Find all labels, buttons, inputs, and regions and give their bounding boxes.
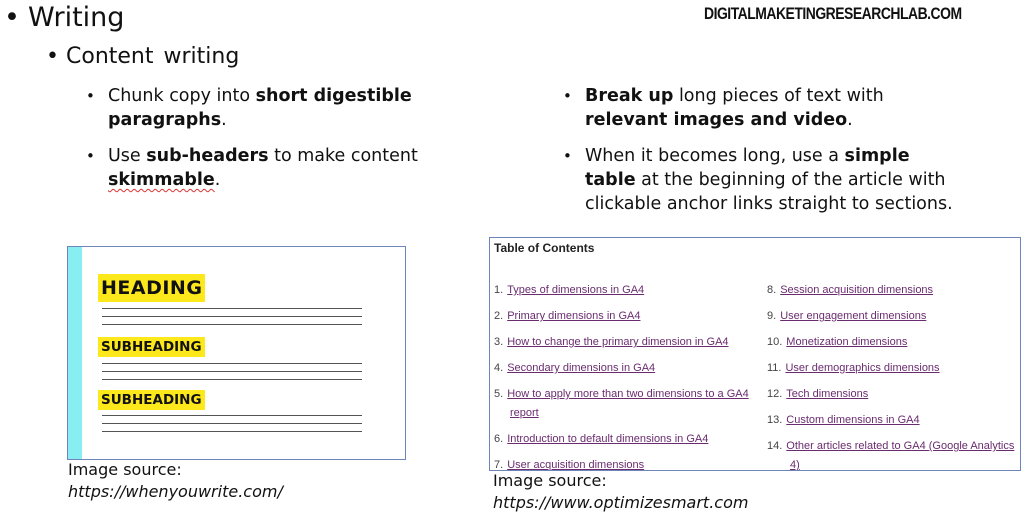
subheading-label: SUBHEADING <box>98 390 205 410</box>
bullet-dot-icon: • <box>86 87 95 105</box>
text: . <box>221 110 227 130</box>
bold-text: simple <box>844 146 910 166</box>
text-line <box>102 308 362 309</box>
toc-item-continued[interactable]: report <box>510 404 539 423</box>
toc-link[interactable]: Types of dimensions in GA4 <box>507 284 644 296</box>
toc-link[interactable]: Introduction to default dimensions in GA… <box>507 433 708 445</box>
text: to make content <box>268 146 418 166</box>
toc-item[interactable]: 14. Other articles related to GA4 (Google… <box>767 437 1014 456</box>
bullet-dot-icon: • <box>4 2 20 33</box>
bold-text: Break up <box>585 86 674 106</box>
toc-link[interactable]: report <box>510 407 539 419</box>
toc-item[interactable]: 6. Introduction to default dimensions in … <box>494 430 708 449</box>
toc-link[interactable]: Session acquisition dimensions <box>780 284 933 296</box>
caption-label: Image source: <box>493 471 607 490</box>
toc-number: 9. <box>767 310 777 322</box>
toc-item[interactable]: 1. Types of dimensions in GA4 <box>494 281 644 300</box>
toc-number: 5. <box>494 388 504 400</box>
heading-label: HEADING <box>98 274 206 302</box>
toc-number: 7. <box>494 459 504 471</box>
bold-text: table <box>585 170 636 190</box>
text: . <box>847 110 853 130</box>
toc-number: 8. <box>767 284 777 296</box>
toc-link[interactable]: Custom dimensions in GA4 <box>786 414 919 426</box>
toc-number: 14. <box>767 440 783 452</box>
toc-item[interactable]: 3. How to change the primary dimension in… <box>494 333 729 352</box>
text: Use <box>108 146 147 166</box>
toc-item[interactable]: 9. User engagement dimensions <box>767 307 926 326</box>
toc-item[interactable]: 8. Session acquisition dimensions <box>767 281 933 300</box>
text-line <box>102 415 362 416</box>
text-line <box>102 363 362 364</box>
toc-link[interactable]: How to change the primary dimension in G… <box>507 336 728 348</box>
toc-item[interactable]: 2. Primary dimensions in GA4 <box>494 307 640 326</box>
text: . <box>214 170 221 190</box>
toc-number: 6. <box>494 433 504 445</box>
bullet-dot-icon: • <box>563 87 572 105</box>
text-line <box>102 431 362 432</box>
text: clickable anchor links straight to secti… <box>585 194 953 214</box>
caption-url: https://whenyouwrite.com/ <box>68 482 283 501</box>
text: Chunk copy into <box>108 86 256 106</box>
table-of-contents-image: Table of Contents 1. Types of dimensions … <box>489 237 1021 471</box>
bullet-text: Writing <box>28 2 125 33</box>
bullet-text: Content writing <box>66 44 240 69</box>
text: at the beginning of the article with <box>635 170 946 190</box>
right-image-caption: Image source: https://www.optimizesmart.… <box>493 470 748 514</box>
toc-link[interactable]: Secondary dimensions in GA4 <box>507 362 655 374</box>
bold-text: sub-headers <box>146 146 269 166</box>
bullet-dot-icon: • <box>46 44 59 69</box>
toc-number: 10. <box>767 336 783 348</box>
toc-number: 11. <box>767 362 782 374</box>
text-line <box>102 423 362 424</box>
toc-link[interactable]: How to apply more than two dimensions to… <box>507 388 749 400</box>
toc-number: 13. <box>767 414 783 426</box>
bullet-dot-icon: • <box>563 147 572 165</box>
accent-stripe <box>68 247 82 459</box>
toc-link[interactable]: User engagement dimensions <box>780 310 926 322</box>
bold-text: short digestible <box>255 86 412 106</box>
bold-text: relevant images and video <box>585 110 848 130</box>
toc-number: 4. <box>494 362 504 374</box>
toc-link[interactable]: 4) <box>790 459 800 470</box>
text-line <box>102 324 362 325</box>
toc-number: 2. <box>494 310 504 322</box>
toc-item[interactable]: 12. Tech dimensions <box>767 385 868 404</box>
toc-link[interactable]: Monetization dimensions <box>786 336 907 348</box>
text-line <box>102 371 362 372</box>
toc-item[interactable]: 10. Monetization dimensions <box>767 333 907 352</box>
text-line <box>102 379 362 380</box>
toc-number: 3. <box>494 336 504 348</box>
toc-link[interactable]: Tech dimensions <box>786 388 868 400</box>
toc-link[interactable]: Other articles related to GA4 (Google An… <box>786 440 1014 452</box>
toc-item[interactable]: 13. Custom dimensions in GA4 <box>767 411 920 430</box>
bold-text: skimmable <box>108 170 215 190</box>
toc-number: 1. <box>494 284 504 296</box>
toc-title: Table of Contents <box>494 241 595 255</box>
toc-item[interactable]: 4. Secondary dimensions in GA4 <box>494 359 655 378</box>
toc-link[interactable]: User demographics dimensions <box>785 362 939 374</box>
heading-illustration-image: HEADING SUBHEADING SUBHEADING <box>67 246 406 460</box>
subheading-label: SUBHEADING <box>98 337 205 357</box>
toc-item[interactable]: 7. User acquisition dimensions <box>494 456 644 471</box>
caption-label: Image source: <box>68 460 182 479</box>
text: When it becomes long, use a <box>585 146 845 166</box>
bold-text: paragraphs <box>108 110 222 130</box>
toc-link[interactable]: Primary dimensions in GA4 <box>507 310 640 322</box>
toc-item[interactable]: 5. How to apply more than two dimensions … <box>494 385 749 404</box>
toc-item[interactable]: 11. User demographics dimensions <box>767 359 940 378</box>
text-line <box>102 316 362 317</box>
caption-url: https://www.optimizesmart.com <box>493 493 749 512</box>
toc-number: 12. <box>767 388 783 400</box>
text: long pieces of text with <box>673 86 884 106</box>
brand-logo-text: DIGITALMAKETINGRESEARCHLAB.COM <box>704 4 962 23</box>
bullet-dot-icon: • <box>86 147 95 165</box>
toc-item-continued[interactable]: 4) <box>790 456 800 470</box>
left-image-caption: Image source: https://whenyouwrite.com/ <box>68 459 283 503</box>
